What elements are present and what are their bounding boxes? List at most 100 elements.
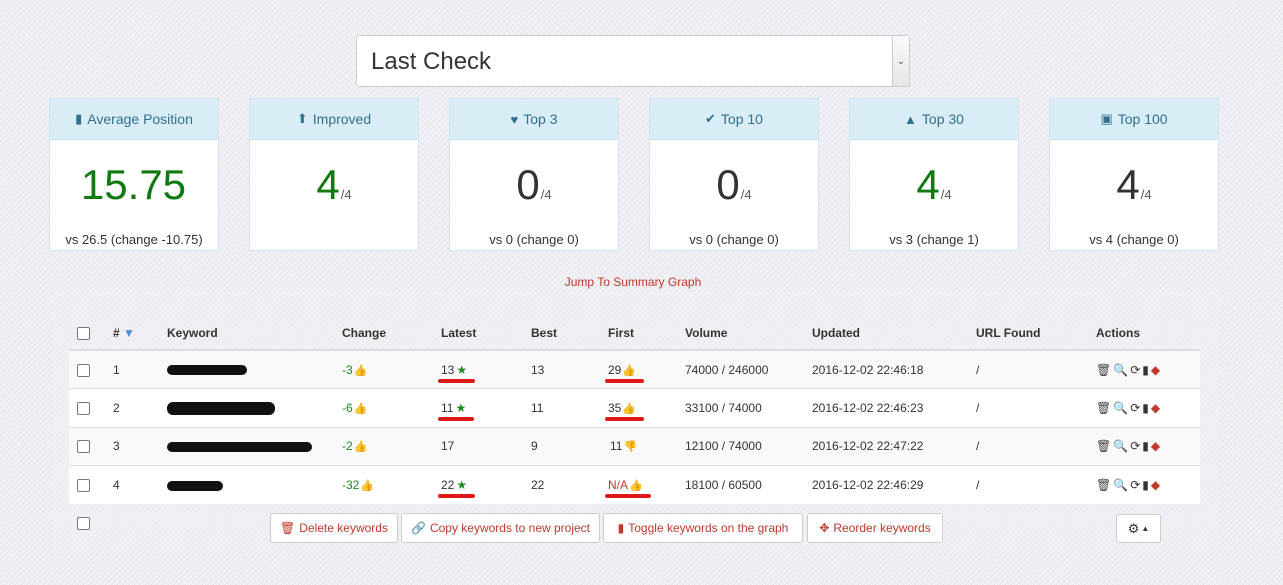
row-number: 2 — [105, 388, 159, 427]
refresh-icon[interactable]: ⟳ — [1130, 439, 1140, 453]
stat-card-comparison: vs 3 (change 1) — [889, 232, 979, 247]
star-icon: ★ — [456, 478, 468, 492]
column-header-change[interactable]: Change — [334, 317, 433, 351]
change-value: -3 — [342, 362, 353, 377]
stat-value-denominator: /4 — [540, 187, 552, 202]
redacted-keyword — [167, 401, 275, 415]
stat-card-top-100: ▣ Top 100 4/4 vs 4 (change 0) — [1049, 98, 1219, 251]
first-value: 11 — [610, 439, 623, 454]
reorder-keywords-label: Reorder keywords — [833, 521, 931, 535]
stat-value-number: 0 — [716, 161, 740, 208]
stat-card-improved: ⬆ Improved 4/4 — [249, 98, 419, 251]
column-header-url-found[interactable]: URL Found — [968, 317, 1088, 351]
stat-card-title: Improved — [312, 111, 372, 127]
change-value: -32 — [342, 478, 360, 492]
trash-icon[interactable]: 🗑 — [1096, 363, 1111, 377]
latest-value: 13 — [441, 362, 455, 377]
table-row: 2 -6👍 11 ★ 11 35👍 33100 / 74000 2016-12-0… — [69, 388, 1200, 427]
updated-cell: 2016-12-02 22:46:23 — [804, 388, 968, 427]
bar-chart-icon[interactable]: ▮ — [1142, 439, 1149, 453]
refresh-icon[interactable]: ⟳ — [1130, 478, 1140, 492]
stat-card-top-30: ▲ Top 30 4/4 vs 3 (change 1) — [849, 98, 1019, 251]
copy-keywords-button[interactable]: 🔗 Copy keywords to new project — [401, 513, 600, 543]
keyword-cell — [159, 349, 334, 389]
column-header-keyword[interactable]: Keyword — [159, 317, 334, 351]
tags-icon[interactable]: ◆ — [1151, 401, 1160, 415]
latest-cell: 11 ★ — [433, 388, 523, 427]
stat-card-title: Top 3 — [523, 111, 558, 127]
select-all-checkbox[interactable] — [77, 327, 90, 341]
select-all-footer-checkbox[interactable] — [77, 517, 90, 530]
trash-icon[interactable]: 🗑 — [1096, 439, 1111, 453]
change-cell: -2👍 — [334, 426, 433, 466]
row-number: 4 — [105, 465, 159, 504]
stat-card-value: 15.75 — [50, 161, 218, 219]
thumbs-up-icon: 👍 — [622, 402, 637, 415]
column-header-volume[interactable]: Volume — [677, 317, 804, 351]
refresh-icon[interactable]: ⟳ — [1130, 363, 1140, 377]
volume-cell: 33100 / 74000 — [677, 388, 804, 427]
tags-icon[interactable]: ◆ — [1151, 478, 1160, 492]
row-checkbox[interactable] — [77, 401, 90, 415]
table-row: 1 -3👍 13 ★ 13 29👍 74000 / 246000 2016-12-… — [69, 349, 1200, 389]
latest-value: 11 — [441, 400, 454, 415]
column-header-best[interactable]: Best — [523, 317, 600, 351]
first-value: 35 — [608, 400, 622, 415]
url-found-cell: / — [968, 426, 1088, 466]
column-header-latest[interactable]: Latest — [433, 317, 523, 351]
stat-card-title: Top 30 — [921, 111, 964, 127]
jump-to-summary-graph-link[interactable]: Jump To Summary Graph — [0, 275, 1266, 289]
stat-card-comparison: vs 4 (change 0) — [1089, 232, 1179, 247]
column-header-first[interactable]: First — [600, 317, 677, 351]
briefcase-icon: ▣ — [1100, 111, 1113, 126]
volume-cell: 18100 / 60500 — [677, 465, 804, 504]
check-select[interactable]: Last Check ⌄ — [356, 35, 910, 87]
stat-card-value: 4/4 — [250, 161, 418, 219]
trash-icon[interactable]: 🗑 — [1096, 478, 1111, 492]
row-checkbox[interactable] — [77, 479, 90, 493]
search-icon[interactable]: 🔍 — [1113, 478, 1128, 492]
row-checkbox[interactable] — [77, 440, 90, 454]
thumbs-up-icon: 👍 — [353, 364, 368, 377]
thumbs-up-icon: 👍 — [629, 480, 643, 492]
reorder-keywords-button[interactable]: ✥ Reorder keywords — [807, 513, 943, 543]
change-value: -6 — [342, 400, 353, 415]
first-value: N/A — [608, 478, 629, 492]
tags-icon[interactable]: ◆ — [1151, 363, 1160, 377]
settings-dropdown-button[interactable]: ⚙ ▲ — [1116, 514, 1161, 543]
latest-highlight: 22 ★ — [437, 478, 476, 498]
change-cell: -6👍 — [334, 388, 433, 427]
bar-chart-icon[interactable]: ▮ — [1142, 363, 1149, 377]
chevron-down-icon[interactable]: ⌄ — [892, 36, 909, 86]
actions-cell: 🗑 🔍 ⟳ ▮ ◆ — [1088, 465, 1200, 504]
search-icon[interactable]: 🔍 — [1113, 363, 1128, 377]
toggle-keywords-label: Toggle keywords on the graph — [628, 521, 789, 535]
search-icon[interactable]: 🔍 — [1113, 439, 1128, 453]
column-header-number[interactable]: # ▼ — [105, 317, 159, 351]
tags-icon[interactable]: ◆ — [1151, 439, 1160, 453]
best-cell: 22 — [523, 465, 600, 504]
row-select-cell — [69, 388, 105, 427]
change-cell: -3👍 — [334, 349, 433, 389]
toggle-keywords-graph-button[interactable]: ▮ Toggle keywords on the graph — [603, 513, 803, 543]
latest-highlight: 13 ★ — [437, 362, 476, 383]
stat-card-comparison: vs 26.5 (change -10.75) — [65, 232, 203, 247]
refresh-icon[interactable]: ⟳ — [1130, 401, 1140, 415]
row-checkbox[interactable] — [77, 363, 90, 377]
check-select-value: Last Check — [371, 48, 492, 75]
trash-icon[interactable]: 🗑 — [1096, 401, 1111, 415]
bar-chart-icon[interactable]: ▮ — [1142, 478, 1149, 492]
bar-chart-icon[interactable]: ▮ — [1142, 401, 1149, 415]
latest-cell: 17 — [433, 426, 523, 466]
latest-cell: 13 ★ — [433, 349, 523, 389]
latest-value: 22 — [441, 478, 455, 492]
sort-down-icon[interactable]: ▼ — [123, 326, 135, 340]
updated-cell: 2016-12-02 22:46:29 — [804, 465, 968, 504]
column-header-number-label: # — [113, 326, 120, 340]
search-icon[interactable]: 🔍 — [1113, 401, 1128, 415]
delete-keywords-button[interactable]: 🗑 Delete keywords — [270, 513, 398, 543]
first-highlight: 29👍 — [604, 363, 645, 383]
bar-chart-icon: ▮ — [617, 521, 625, 535]
column-header-updated[interactable]: Updated — [804, 317, 968, 351]
redacted-keyword — [167, 365, 247, 376]
